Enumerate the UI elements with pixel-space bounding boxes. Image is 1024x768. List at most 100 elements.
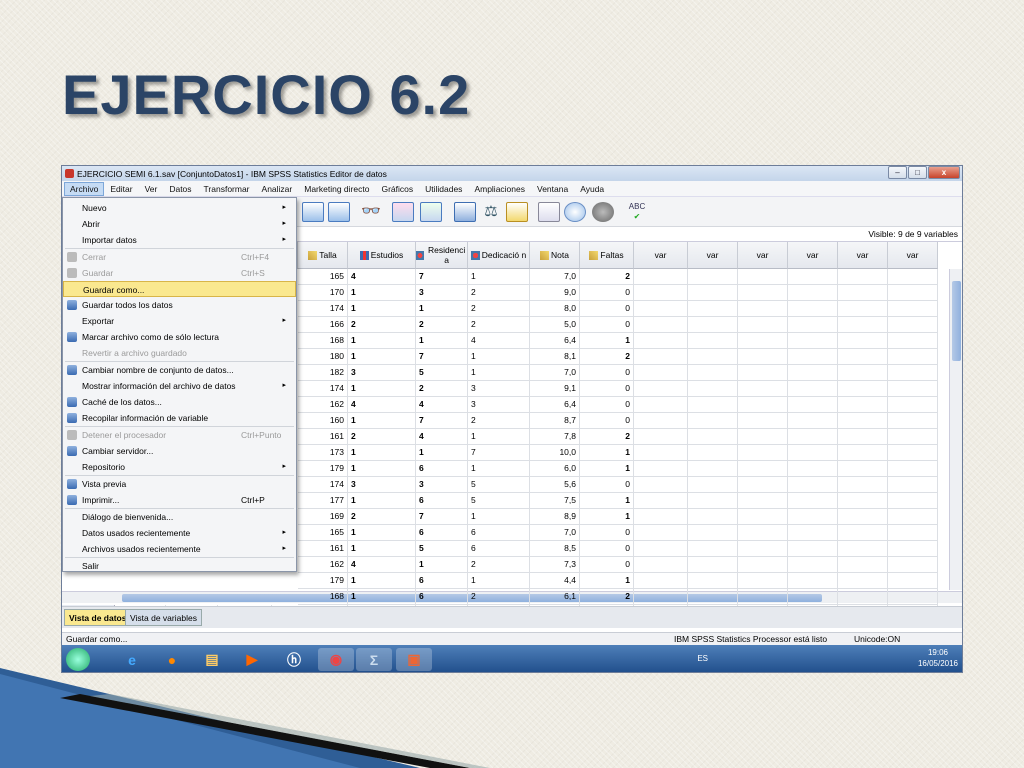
table-cell[interactable]: 5,0 [530, 317, 580, 333]
select-cases-icon[interactable] [506, 202, 528, 222]
internet-explorer-icon[interactable]: e [114, 648, 150, 671]
table-cell[interactable]: 0 [580, 365, 634, 381]
table-cell[interactable]: 168 [298, 333, 348, 349]
table-cell[interactable]: 2 [468, 285, 530, 301]
table-cell[interactable]: 1 [348, 445, 416, 461]
table-cell[interactable]: 174 [298, 477, 348, 493]
empty-cell[interactable] [788, 397, 838, 413]
empty-cell[interactable] [888, 269, 938, 285]
empty-cell[interactable] [888, 317, 938, 333]
menu-item-archivos-usados-recientemente[interactable]: Archivos usados recientemente ▸ [63, 541, 296, 557]
empty-cell[interactable] [738, 557, 788, 573]
table-cell[interactable]: 0 [580, 413, 634, 429]
empty-cell[interactable] [634, 285, 688, 301]
empty-cell[interactable] [888, 349, 938, 365]
start-button-icon[interactable] [66, 648, 90, 671]
empty-cell[interactable] [738, 333, 788, 349]
table-cell[interactable]: 174 [298, 381, 348, 397]
table-cell[interactable]: 7 [416, 509, 468, 525]
menu-item-revertir-a-archivo-guardado[interactable]: Revertir a archivo guardado [63, 345, 296, 361]
table-cell[interactable]: 1 [580, 333, 634, 349]
table-cell[interactable]: 1 [348, 381, 416, 397]
table-cell[interactable]: 0 [580, 285, 634, 301]
empty-cell[interactable] [688, 397, 738, 413]
empty-cell[interactable] [688, 541, 738, 557]
empty-cell[interactable] [634, 541, 688, 557]
table-cell[interactable]: 1 [468, 429, 530, 445]
column-header-var[interactable]: var [688, 242, 738, 269]
table-cell[interactable]: 180 [298, 349, 348, 365]
empty-cell[interactable] [788, 493, 838, 509]
empty-cell[interactable] [634, 301, 688, 317]
table-cell[interactable]: 1 [348, 541, 416, 557]
empty-cell[interactable] [838, 557, 888, 573]
empty-cell[interactable] [634, 589, 688, 605]
menu-item-exportar[interactable]: Exportar ▸ [63, 313, 296, 329]
empty-cell[interactable] [634, 429, 688, 445]
table-cell[interactable]: 7 [416, 269, 468, 285]
menu-transformar[interactable]: Transformar [198, 182, 256, 196]
table-cell[interactable]: 166 [298, 317, 348, 333]
empty-cell[interactable] [838, 573, 888, 589]
empty-cell[interactable] [888, 285, 938, 301]
empty-cell[interactable] [888, 365, 938, 381]
table-cell[interactable]: 0 [580, 525, 634, 541]
value-labels-icon[interactable] [538, 202, 560, 222]
empty-cell[interactable] [634, 397, 688, 413]
table-cell[interactable]: 1 [348, 589, 416, 605]
empty-cell[interactable] [788, 317, 838, 333]
table-cell[interactable]: 1 [580, 573, 634, 589]
table-cell[interactable]: 4 [416, 429, 468, 445]
empty-cell[interactable] [688, 317, 738, 333]
empty-cell[interactable] [838, 397, 888, 413]
table-cell[interactable]: 3 [416, 285, 468, 301]
table-cell[interactable]: 9,0 [530, 285, 580, 301]
empty-cell[interactable] [688, 301, 738, 317]
tab-variable-view[interactable]: Vista de variables [125, 609, 202, 626]
empty-cell[interactable] [738, 445, 788, 461]
empty-cell[interactable] [688, 461, 738, 477]
table-cell[interactable]: 173 [298, 445, 348, 461]
empty-cell[interactable] [738, 509, 788, 525]
empty-cell[interactable] [788, 589, 838, 605]
column-header-var[interactable]: var [738, 242, 788, 269]
empty-cell[interactable] [838, 413, 888, 429]
table-cell[interactable]: 2 [468, 557, 530, 573]
split-file-icon[interactable] [454, 202, 476, 222]
menu-item-guardar-todos-los-datos[interactable]: Guardar todos los datos [63, 297, 296, 313]
menu-item-marcar-archivo-como-de-solo-lectura[interactable]: Marcar archivo como de sólo lectura [63, 329, 296, 345]
table-cell[interactable]: 1 [348, 525, 416, 541]
empty-cell[interactable] [738, 269, 788, 285]
table-cell[interactable]: 0 [580, 301, 634, 317]
empty-cell[interactable] [634, 333, 688, 349]
empty-cell[interactable] [738, 381, 788, 397]
table-cell[interactable]: 7,5 [530, 493, 580, 509]
empty-cell[interactable] [838, 333, 888, 349]
empty-cell[interactable] [838, 301, 888, 317]
table-cell[interactable]: 1 [416, 557, 468, 573]
empty-cell[interactable] [788, 541, 838, 557]
clock-date[interactable]: 16/05/2016 [918, 658, 958, 669]
menu-item-cambiar-nombre-de-conjunto-de-datos[interactable]: Cambiar nombre de conjunto de datos... [63, 362, 296, 378]
empty-cell[interactable] [888, 445, 938, 461]
empty-cell[interactable] [738, 477, 788, 493]
empty-cell[interactable] [788, 413, 838, 429]
empty-cell[interactable] [838, 381, 888, 397]
table-cell[interactable]: 177 [298, 493, 348, 509]
empty-cell[interactable] [688, 493, 738, 509]
empty-cell[interactable] [888, 333, 938, 349]
empty-cell[interactable] [738, 301, 788, 317]
table-cell[interactable]: 8,9 [530, 509, 580, 525]
table-cell[interactable]: 165 [298, 525, 348, 541]
table-cell[interactable]: 1 [348, 333, 416, 349]
empty-cell[interactable] [888, 381, 938, 397]
empty-cell[interactable] [788, 429, 838, 445]
table-cell[interactable]: 6,0 [530, 461, 580, 477]
empty-cell[interactable] [838, 365, 888, 381]
empty-cell[interactable] [688, 333, 738, 349]
empty-cell[interactable] [688, 573, 738, 589]
menu-item-nuevo[interactable]: Nuevo ▸ [63, 200, 296, 216]
empty-cell[interactable] [838, 317, 888, 333]
empty-cell[interactable] [888, 413, 938, 429]
empty-cell[interactable] [738, 461, 788, 477]
